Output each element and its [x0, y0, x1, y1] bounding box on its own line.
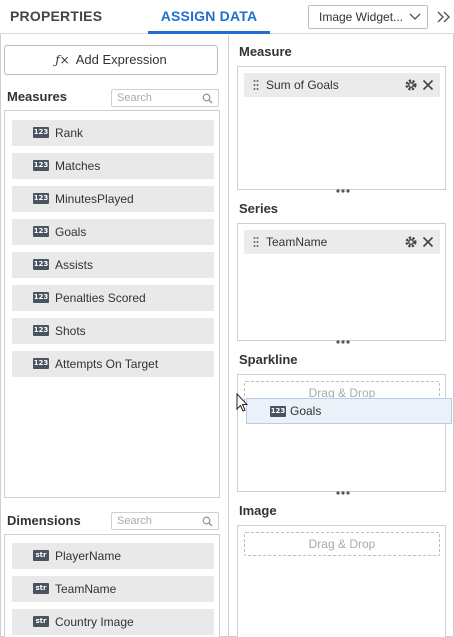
- assign-zones-panel: Measure Sum of Goals Series TeamName Spa…: [228, 35, 454, 637]
- list-item[interactable]: 123 Matches: [12, 153, 214, 179]
- field-label: TeamName: [55, 582, 117, 596]
- function-icon: ƒ×: [55, 53, 70, 67]
- numeric-type-icon: 123: [33, 325, 49, 336]
- gear-icon[interactable]: [404, 235, 418, 249]
- data-fields-panel: ƒ× Add Expression Measures Search 123 Rank…: [0, 35, 228, 637]
- numeric-type-icon: 123: [33, 127, 49, 138]
- tab-assign-data[interactable]: ASSIGN DATA: [148, 0, 270, 34]
- list-item[interactable]: 123 Goals: [12, 219, 214, 245]
- dimensions-title: Dimensions: [7, 513, 81, 528]
- list-item[interactable]: 123 Assists: [12, 252, 214, 278]
- active-tab-indicator: [148, 31, 270, 34]
- measure-chip[interactable]: Sum of Goals: [244, 73, 440, 97]
- double-chevron-right-icon[interactable]: [436, 8, 452, 26]
- dragged-field[interactable]: 123 Goals: [246, 398, 452, 424]
- resize-handle-icon[interactable]: [335, 189, 351, 193]
- numeric-type-icon: 123: [33, 358, 49, 369]
- numeric-type-icon: 123: [33, 226, 49, 237]
- numeric-type-icon: 123: [33, 193, 49, 204]
- measure-chip-label: Sum of Goals: [266, 78, 339, 92]
- add-expression-label: Add Expression: [75, 52, 167, 67]
- numeric-type-icon: 123: [33, 160, 49, 171]
- string-type-icon: str: [33, 583, 49, 594]
- resize-handle-icon[interactable]: [335, 491, 351, 495]
- field-label: Matches: [55, 159, 101, 173]
- sparkline-drop-zone[interactable]: Drag & Drop: [237, 374, 446, 495]
- field-label: PlayerName: [55, 549, 122, 563]
- numeric-type-icon: 123: [33, 259, 49, 270]
- panel-header: PROPERTIES ASSIGN DATA Image Widget...: [0, 0, 454, 34]
- field-label: Assists: [55, 258, 94, 272]
- image-zone-title: Image: [239, 503, 277, 518]
- list-item[interactable]: 123 Penalties Scored: [12, 285, 214, 311]
- chevron-down-icon: [409, 13, 421, 20]
- resize-handle-icon[interactable]: [335, 340, 351, 344]
- series-chip-label: TeamName: [266, 235, 328, 249]
- list-item[interactable]: str PlayerName: [12, 543, 214, 569]
- field-label: Goals: [55, 225, 87, 239]
- numeric-type-icon: 123: [270, 406, 286, 417]
- close-icon[interactable]: [422, 236, 434, 248]
- list-item[interactable]: 123 Attempts On Target: [12, 351, 214, 377]
- search-icon: [202, 516, 213, 527]
- measures-search-input[interactable]: Search: [111, 89, 219, 107]
- list-item[interactable]: 123 MinutesPlayed: [12, 186, 214, 212]
- measure-zone-title: Measure: [239, 44, 292, 59]
- series-zone-title: Series: [239, 201, 279, 216]
- field-label: Shots: [55, 324, 86, 338]
- gear-icon[interactable]: [404, 78, 418, 92]
- dragged-field-label: Goals: [290, 404, 322, 418]
- widget-selector-value: Image Widget...: [319, 10, 404, 24]
- list-item[interactable]: str Country Image: [12, 609, 214, 635]
- dimensions-list: str PlayerName str TeamName str Country Ima…: [4, 534, 220, 637]
- list-item[interactable]: 123 Shots: [12, 318, 214, 344]
- sparkline-zone-title: Sparkline: [239, 352, 298, 367]
- series-drop-zone[interactable]: TeamName: [237, 223, 446, 344]
- add-expression-button[interactable]: ƒ× Add Expression: [4, 45, 218, 75]
- measure-drop-zone[interactable]: Sum of Goals: [237, 66, 446, 193]
- search-icon: [202, 93, 213, 104]
- dimensions-search-input[interactable]: Search: [111, 512, 219, 530]
- image-drag-drop-placeholder[interactable]: Drag & Drop: [244, 532, 440, 556]
- tab-properties[interactable]: PROPERTIES: [10, 0, 102, 34]
- string-type-icon: str: [33, 550, 49, 561]
- measures-list: 123 Rank 123 Matches 123 MinutesPlayed 123 G…: [4, 110, 220, 498]
- series-chip[interactable]: TeamName: [244, 230, 440, 254]
- numeric-type-icon: 123: [33, 292, 49, 303]
- field-label: Penalties Scored: [55, 291, 146, 305]
- drag-handle-icon[interactable]: [253, 236, 259, 248]
- field-label: Rank: [55, 126, 84, 140]
- mouse-pointer-icon: [236, 393, 248, 412]
- field-label: Attempts On Target: [55, 357, 159, 371]
- widget-selector-dropdown[interactable]: Image Widget...: [308, 5, 428, 29]
- string-type-icon: str: [33, 616, 49, 627]
- dimensions-search-placeholder: Search: [117, 515, 152, 527]
- close-icon[interactable]: [422, 79, 434, 91]
- drag-handle-icon[interactable]: [253, 79, 259, 91]
- field-label: Country Image: [55, 615, 134, 629]
- measures-search-placeholder: Search: [117, 92, 152, 104]
- list-item[interactable]: 123 Rank: [12, 120, 214, 146]
- list-item[interactable]: str TeamName: [12, 576, 214, 602]
- image-drop-zone[interactable]: Drag & Drop: [237, 525, 446, 637]
- measures-title: Measures: [7, 89, 67, 104]
- field-label: MinutesPlayed: [55, 192, 134, 206]
